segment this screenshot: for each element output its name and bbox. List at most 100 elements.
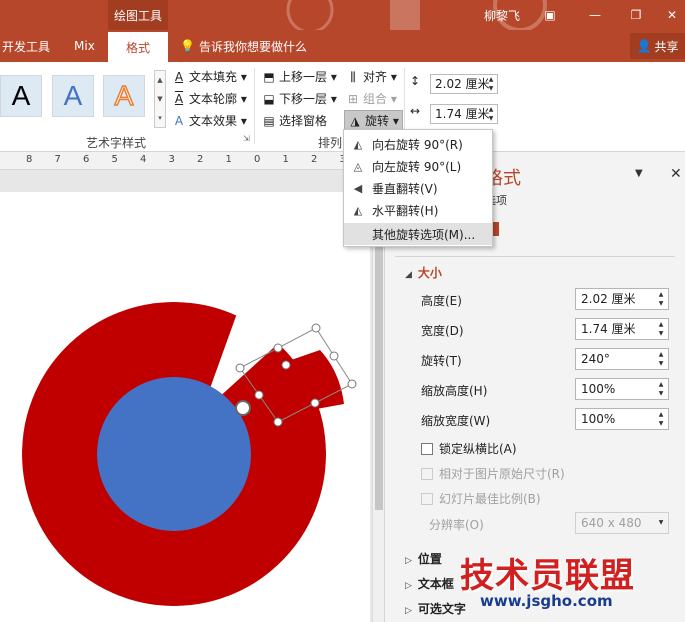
menu-flip-vertical[interactable]: ◀ 垂直翻转(V): [344, 177, 492, 199]
resize-handle[interactable]: [310, 398, 320, 408]
checkbox-box: [421, 442, 433, 455]
user-name[interactable]: 柳黎飞: [484, 7, 520, 24]
wordart-gallery-scroll[interactable]: ▲ ▼ ▾: [154, 70, 166, 128]
align-button[interactable]: ⫼ 对齐 ▾: [346, 68, 397, 85]
height-input-spinner-icon[interactable]: ▲ ▼: [656, 290, 666, 308]
width-input-spinner-icon[interactable]: ▲ ▼: [656, 320, 666, 338]
tab-format[interactable]: 格式: [108, 32, 169, 62]
ruler-tick-label: 2: [311, 154, 318, 165]
text-outline-button[interactable]: A 文本轮廓 ▾: [172, 90, 247, 107]
menu-more-rotation-options[interactable]: 其他旋转选项(M)...: [344, 223, 492, 245]
rotation-label: 旋转(T): [421, 354, 462, 368]
wordart-dialog-launcher-icon[interactable]: ⇲: [243, 134, 250, 143]
wordart-style-1[interactable]: A: [0, 75, 42, 117]
best-scale-checkbox[interactable]: 幻灯片最佳比例(B): [421, 490, 541, 507]
tab-mix[interactable]: Mix: [74, 30, 95, 62]
ribbon-tabs: 开发工具 Mix 格式 💡 告诉我你想要做什么: [0, 30, 685, 62]
collapse-icon: ◢: [405, 270, 412, 280]
rotate-left-icon: ◬: [353, 159, 363, 173]
minimize-icon[interactable]: —: [585, 5, 605, 25]
lock-aspect-checkbox[interactable]: 锁定纵横比(A): [421, 440, 517, 457]
ruler-tick-label: 7: [54, 154, 61, 165]
watermark-url: www.jsgho.com: [480, 592, 613, 610]
text-fill-button[interactable]: A 文本填充 ▾: [172, 68, 247, 85]
menu-rotate-right-90[interactable]: ◭ 向右旋转 90°(R): [344, 133, 492, 155]
rotate-handle-icon[interactable]: [235, 400, 251, 416]
ruler-tick-label: 8: [26, 154, 33, 165]
width-input[interactable]: 1.74 厘米 ▲ ▼: [575, 318, 669, 340]
shape-height-field[interactable]: 2.02 厘米 ▲ ▼: [430, 74, 498, 94]
send-backward-button[interactable]: ⬓ 下移一层 ▾: [262, 90, 337, 107]
relative-original-checkbox[interactable]: 相对于图片原始尺寸(R): [421, 465, 565, 482]
title-bar: 绘图工具 柳黎飞 ▣ — ❐ ✕: [0, 0, 685, 30]
send-backward-label: 下移一层: [279, 92, 328, 106]
bring-forward-button[interactable]: ⬒ 上移一层 ▾: [262, 68, 337, 85]
menu-item-label: 向左旋转 90°(L): [372, 159, 462, 174]
height-input-value: 2.02 厘米: [581, 292, 636, 306]
size-section-header[interactable]: ◢ 大小: [405, 264, 442, 281]
menu-rotate-left-90[interactable]: ◬ 向左旋转 90°(L): [344, 155, 492, 177]
shape-width-field[interactable]: 1.74 厘米 ▲ ▼: [430, 104, 498, 124]
watermark-text: 技术员联盟: [460, 556, 635, 596]
ruler-tick-label: 5: [111, 154, 118, 165]
rotate-icon: ◮: [350, 113, 360, 128]
rotate-right-icon: ◭: [353, 137, 363, 151]
group-label: 组合: [363, 92, 388, 106]
wordart-style-3[interactable]: A: [103, 75, 145, 117]
position-section-header[interactable]: ▷ 位置: [405, 550, 442, 567]
share-button[interactable]: 👤 共享: [630, 33, 685, 59]
bring-forward-label: 上移一层: [279, 70, 328, 84]
slide-canvas[interactable]: [0, 170, 372, 622]
scale-width-spinner-icon[interactable]: ▲ ▼: [656, 410, 666, 428]
rotation-input-spinner-icon[interactable]: ▲ ▼: [656, 350, 666, 368]
resize-handle[interactable]: [281, 360, 291, 370]
text-effects-button[interactable]: A 文本效果 ▾: [172, 112, 247, 129]
alt-text-section-label: 可选文字: [417, 602, 466, 616]
align-icon: ⫼: [350, 69, 356, 84]
selection-pane-button[interactable]: ▤ 选择窗格: [262, 112, 327, 129]
close-icon[interactable]: ✕: [662, 5, 682, 25]
resize-handle[interactable]: [273, 417, 283, 427]
flower-drawing[interactable]: [0, 192, 370, 622]
ribbon-separator: [254, 68, 255, 144]
height-spinner-icon[interactable]: ▲ ▼: [486, 75, 496, 93]
ribbon-display-icon[interactable]: ▣: [540, 5, 560, 25]
pane-options-dropdown-icon[interactable]: ▼: [635, 168, 643, 179]
resize-handle[interactable]: [235, 363, 245, 373]
rotate-label: 旋转: [365, 114, 390, 128]
ruler-tick-label: 4: [140, 154, 147, 165]
restore-icon[interactable]: ❐: [626, 5, 646, 25]
rotate-menu: ◭ 向右旋转 90°(R) ◬ 向左旋转 90°(L) ◀ 垂直翻转(V) ◭ 水平翻转…: [343, 129, 493, 247]
width-spinner-icon[interactable]: ▲ ▼: [486, 105, 496, 123]
resize-handle[interactable]: [311, 323, 321, 333]
alt-text-section-header[interactable]: ▷ 可选文字: [405, 600, 466, 617]
menu-item-label: 向右旋转 90°(R): [372, 137, 463, 152]
ruler-tick-label: 3: [168, 154, 175, 165]
height-input[interactable]: 2.02 厘米 ▲ ▼: [575, 288, 669, 310]
resize-handle[interactable]: [329, 351, 339, 361]
resolution-dropdown-icon[interactable]: ▼: [656, 518, 666, 527]
checkbox-box: [421, 467, 433, 480]
scale-height-input[interactable]: 100% ▲ ▼: [575, 378, 669, 400]
rotation-input[interactable]: 240° ▲ ▼: [575, 348, 669, 370]
pane-close-icon[interactable]: ✕: [670, 166, 682, 182]
scale-width-input[interactable]: 100% ▲ ▼: [575, 408, 669, 430]
group-button[interactable]: ⊞ 组合 ▾: [346, 90, 397, 107]
center-circle[interactable]: [97, 377, 251, 531]
menu-flip-horizontal[interactable]: ◭ 水平翻转(H): [344, 199, 492, 221]
resize-handle[interactable]: [273, 343, 283, 353]
textbox-section-header[interactable]: ▷ 文本框: [405, 575, 454, 592]
scale-height-spinner-icon[interactable]: ▲ ▼: [656, 380, 666, 398]
slide[interactable]: [0, 192, 370, 622]
resize-handle[interactable]: [347, 379, 357, 389]
expand-icon: ▷: [405, 606, 412, 616]
tell-me-search[interactable]: 💡 告诉我你想要做什么: [180, 30, 307, 62]
share-label: 共享: [654, 39, 679, 54]
rotate-button[interactable]: ◮ 旋转 ▾: [344, 110, 403, 131]
wordart-style-2[interactable]: A: [52, 75, 94, 117]
tab-developer[interactable]: 开发工具: [2, 30, 50, 62]
resize-handle[interactable]: [254, 390, 264, 400]
text-fill-icon: A: [174, 69, 184, 84]
resolution-select[interactable]: 640 x 480 ▼: [575, 512, 669, 534]
checkbox-box: [421, 492, 433, 505]
